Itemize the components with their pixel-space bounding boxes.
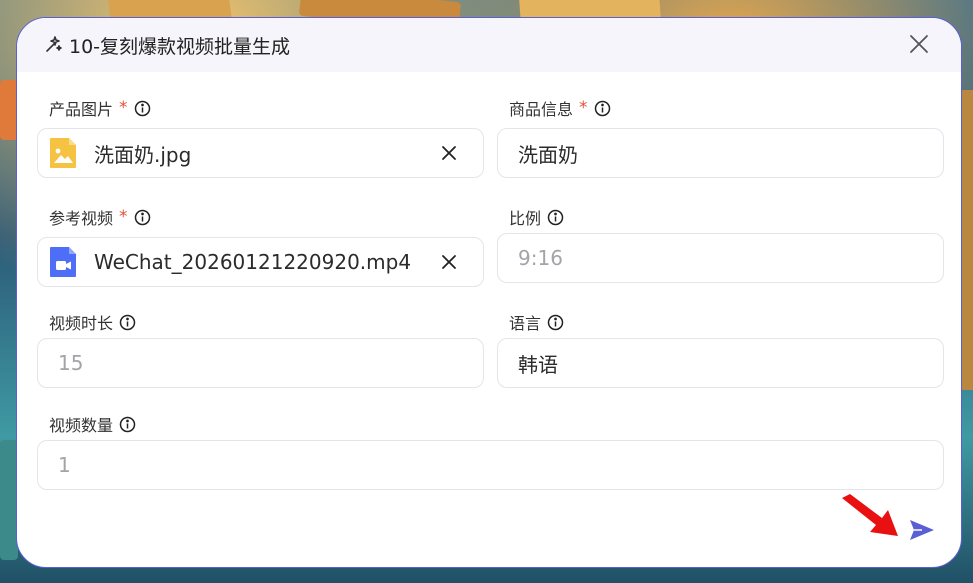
video-count-input[interactable]: 1 bbox=[37, 440, 944, 490]
video-file-icon bbox=[48, 245, 78, 279]
send-button[interactable] bbox=[907, 515, 937, 545]
required-mark: * bbox=[119, 98, 128, 118]
red-arrow-icon bbox=[842, 494, 898, 536]
info-icon[interactable] bbox=[547, 209, 564, 226]
image-file-icon bbox=[48, 136, 78, 170]
batch-generate-dialog: 10-复刻爆款视频批量生成 产品图片 * 洗面奶.jpg 商品信息 * 洗面奶 … bbox=[16, 17, 962, 568]
close-button[interactable] bbox=[907, 32, 931, 56]
reference-video-file-name: WeChat_20260121220920.mp4 bbox=[94, 250, 412, 274]
info-icon[interactable] bbox=[594, 100, 611, 117]
send-icon bbox=[910, 520, 934, 540]
language-input[interactable]: 韩语 bbox=[497, 338, 944, 388]
dialog-title: 10-复刻爆款视频批量生成 bbox=[69, 35, 291, 58]
required-mark: * bbox=[119, 207, 128, 227]
video-duration-label: 视频时长 bbox=[49, 310, 136, 334]
clear-icon bbox=[442, 255, 456, 269]
reference-video-upload[interactable]: WeChat_20260121220920.mp4 bbox=[37, 237, 484, 287]
reference-video-label: 参考视频 * bbox=[49, 205, 151, 229]
language-label: 语言 bbox=[509, 310, 564, 334]
clear-product-image-button[interactable] bbox=[439, 143, 459, 163]
required-mark: * bbox=[579, 98, 588, 118]
ratio-input[interactable]: 9:16 bbox=[497, 233, 944, 283]
video-duration-input[interactable]: 15 bbox=[37, 338, 484, 388]
info-icon[interactable] bbox=[134, 100, 151, 117]
product-image-label: 产品图片 * bbox=[49, 96, 151, 120]
dialog-header: 10-复刻爆款视频批量生成 bbox=[17, 18, 961, 72]
product-info-label: 商品信息 * bbox=[509, 96, 611, 120]
info-icon[interactable] bbox=[119, 314, 136, 331]
close-icon bbox=[910, 35, 928, 53]
sparkle-icon bbox=[43, 35, 63, 55]
clear-icon bbox=[442, 146, 456, 160]
product-image-upload[interactable]: 洗面奶.jpg bbox=[37, 128, 484, 178]
ratio-label: 比例 bbox=[509, 205, 564, 229]
info-icon[interactable] bbox=[119, 416, 136, 433]
info-icon[interactable] bbox=[134, 209, 151, 226]
product-info-input[interactable]: 洗面奶 bbox=[497, 128, 944, 178]
info-icon[interactable] bbox=[547, 314, 564, 331]
clear-reference-video-button[interactable] bbox=[439, 252, 459, 272]
video-count-label: 视频数量 bbox=[49, 412, 136, 436]
product-image-file-name: 洗面奶.jpg bbox=[94, 142, 192, 167]
